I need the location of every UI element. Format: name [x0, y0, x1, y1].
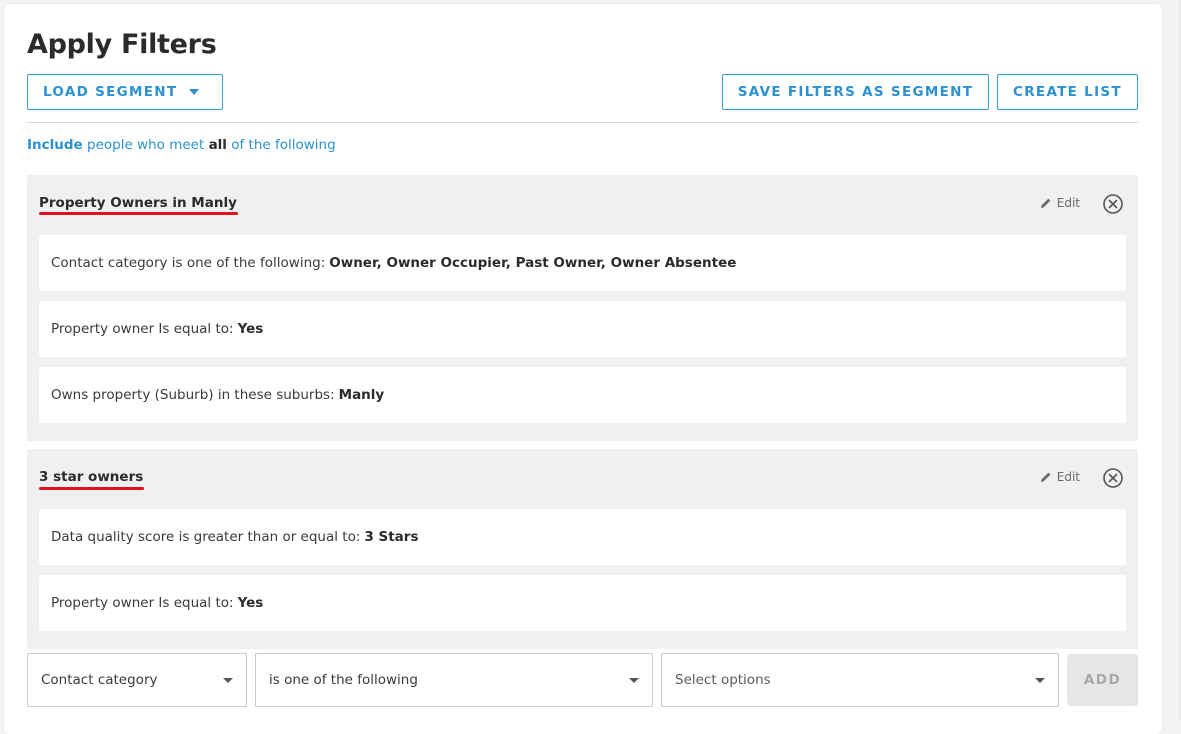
- rule-value: Yes: [237, 321, 264, 337]
- rule-label: Property owner Is equal to:: [51, 595, 234, 611]
- remove-segment-button[interactable]: [1102, 193, 1124, 215]
- options-select-placeholder: Select options: [675, 672, 771, 688]
- title-underline-annotation: [39, 212, 238, 215]
- options-select[interactable]: Select options: [661, 653, 1059, 707]
- chevron-down-icon: [629, 678, 639, 683]
- edit-segment-button[interactable]: Edit: [1040, 196, 1080, 210]
- create-list-label: CREATE LIST: [1013, 84, 1122, 100]
- include-end-text: of the following: [231, 137, 336, 153]
- rule-value: Owner, Owner Occupier, Past Owner, Owner…: [329, 255, 737, 271]
- remove-segment-button[interactable]: [1102, 467, 1124, 489]
- edit-label: Edit: [1056, 196, 1080, 210]
- title-underline-annotation: [39, 487, 144, 490]
- segment-card-3-star-owners: 3 star owners Edit Data quality score is…: [27, 449, 1138, 649]
- circle-x-icon: [1103, 468, 1123, 488]
- filter-rule: Property owner Is equal to: Yes: [39, 575, 1126, 631]
- edit-label: Edit: [1056, 470, 1080, 484]
- chevron-down-icon: [223, 678, 233, 683]
- include-middle-text: people who meet: [87, 137, 205, 153]
- circle-x-icon: [1103, 194, 1123, 214]
- chevron-down-icon: [1035, 678, 1045, 683]
- field-select[interactable]: Contact category: [27, 653, 247, 707]
- segment-card-property-owners-manly: Property Owners in Manly Edit Contact ca…: [27, 175, 1138, 441]
- field-select-value: Contact category: [41, 672, 158, 688]
- segment-title: 3 star owners: [39, 469, 144, 485]
- rule-label: Contact category is one of the following…: [51, 255, 326, 271]
- rule-label: Data quality score is greater than or eq…: [51, 529, 361, 545]
- rule-value: Yes: [237, 595, 264, 611]
- save-filters-label: SAVE FILTERS AS SEGMENT: [737, 84, 974, 100]
- include-word: Include: [27, 137, 83, 153]
- pencil-icon: [1040, 198, 1051, 208]
- add-filter-button[interactable]: ADD: [1067, 654, 1138, 706]
- page-title: Apply Filters: [27, 29, 217, 60]
- filter-rule: Property owner Is equal to: Yes: [39, 301, 1126, 357]
- edit-segment-button[interactable]: Edit: [1040, 470, 1080, 484]
- filter-rule: Owns property (Suburb) in these suburbs:…: [39, 367, 1126, 423]
- operator-select[interactable]: is one of the following: [255, 653, 653, 707]
- save-filters-as-segment-button[interactable]: SAVE FILTERS AS SEGMENT: [722, 74, 989, 110]
- load-segment-label: LOAD SEGMENT: [43, 84, 178, 100]
- add-label: ADD: [1083, 672, 1122, 688]
- operator-select-value: is one of the following: [269, 672, 418, 688]
- caret-down-icon: [189, 89, 200, 95]
- load-segment-button[interactable]: LOAD SEGMENT: [27, 74, 223, 110]
- filter-rule: Contact category is one of the following…: [39, 235, 1126, 291]
- rule-label: Property owner Is equal to:: [51, 321, 234, 337]
- segment-title: Property Owners in Manly: [39, 195, 237, 211]
- pencil-icon: [1040, 472, 1051, 482]
- create-list-button[interactable]: CREATE LIST: [997, 74, 1138, 110]
- rule-label: Owns property (Suburb) in these suburbs:: [51, 387, 335, 403]
- header-divider: [27, 122, 1138, 123]
- rule-value: Manly: [338, 387, 385, 403]
- all-word: all: [208, 137, 227, 153]
- include-criteria-text: Include people who meet all of the follo…: [27, 137, 336, 153]
- filter-rule: Data quality score is greater than or eq…: [39, 509, 1126, 565]
- rule-value: 3 Stars: [364, 529, 419, 545]
